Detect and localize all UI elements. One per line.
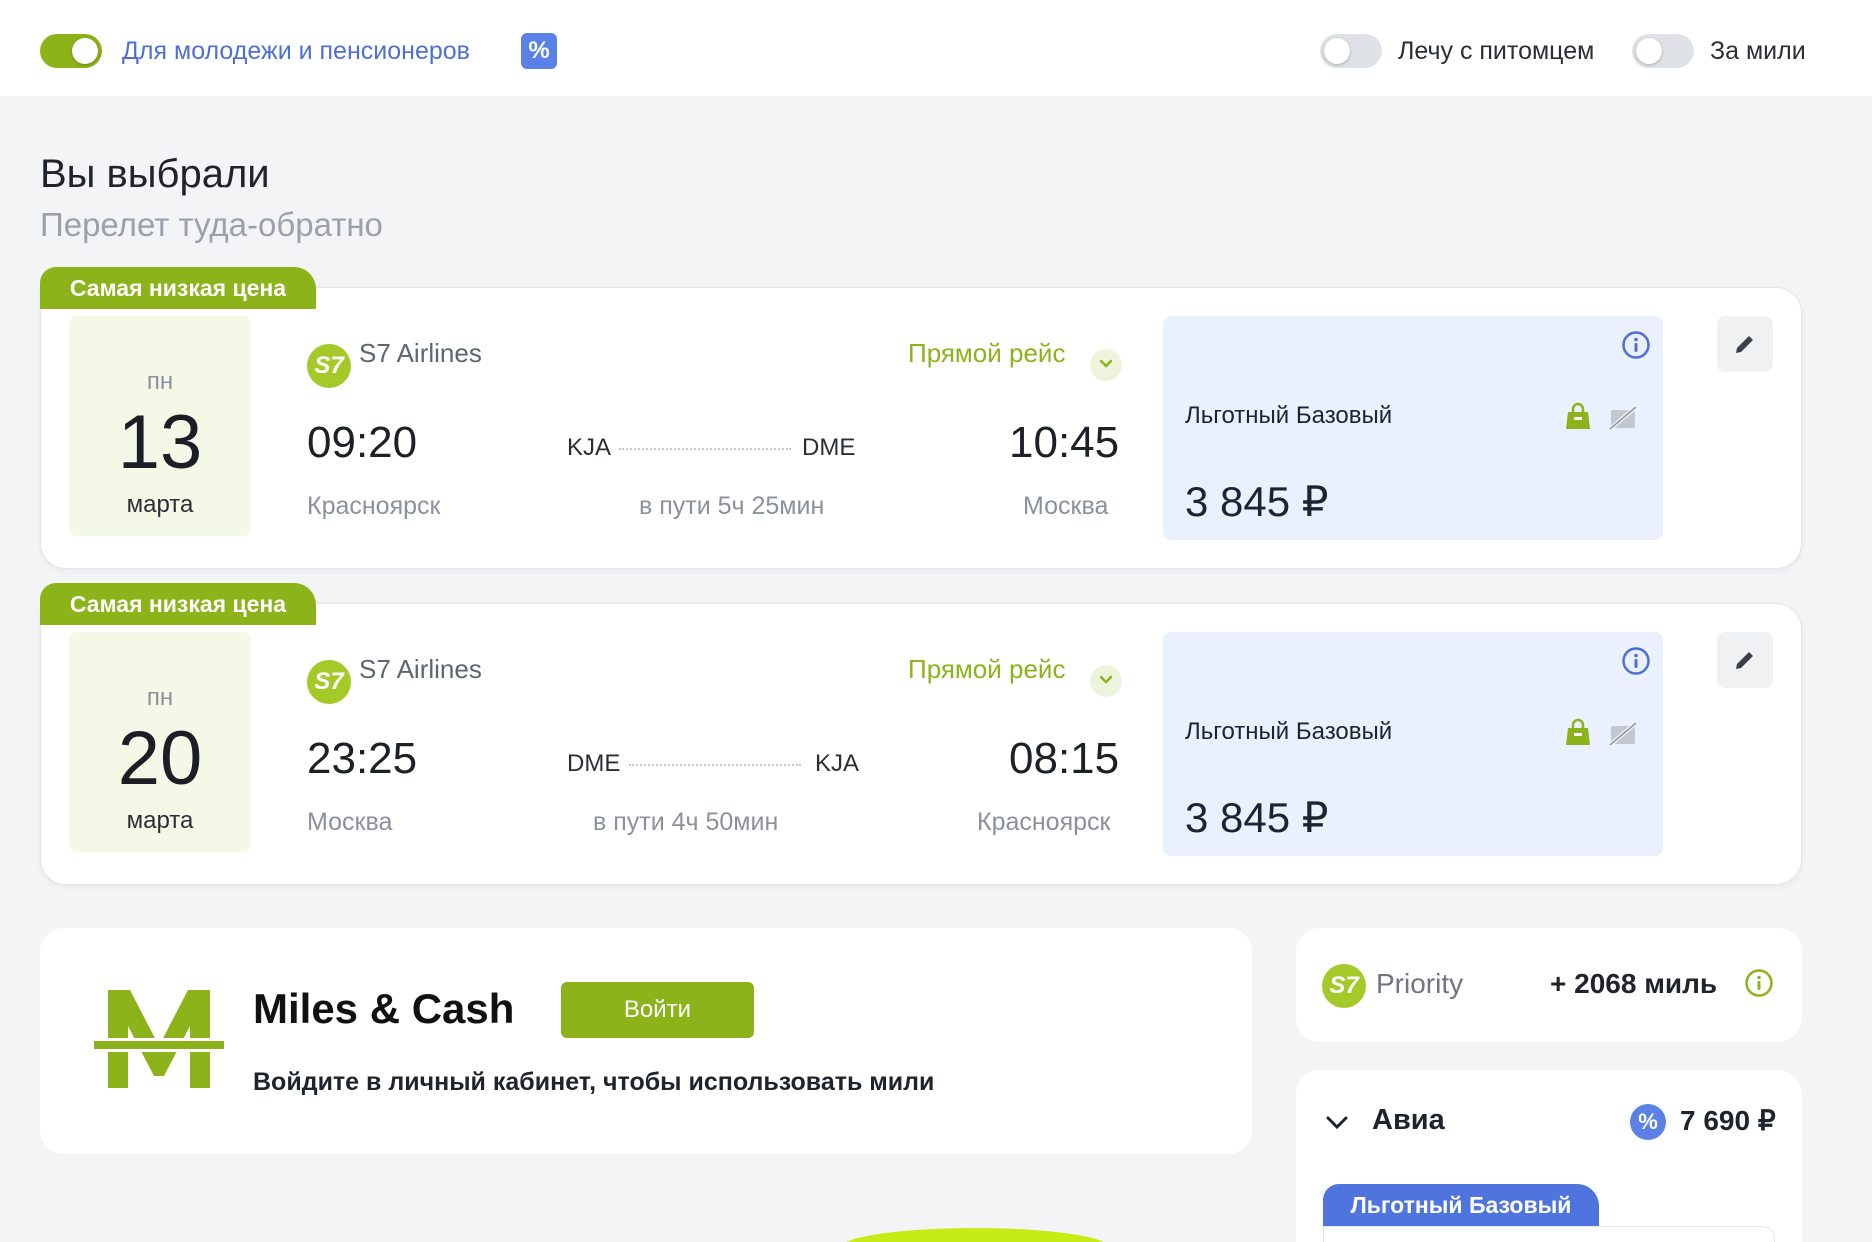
day-of-week: пн [146,684,174,711]
avia-fare-box [1323,1226,1775,1242]
day-number: 20 [117,716,203,801]
fare-box[interactable]: Льготный Базовый 3 845 ₽ [1163,632,1663,856]
airline-logo: S7 [307,660,351,704]
arrival-airport: DME [802,434,856,461]
departure-city: Красноярск [307,492,441,520]
arrival-airport: KJA [815,750,860,777]
s7-priority-logo: S7 [1322,964,1366,1008]
priority-label: Priority [1376,968,1464,999]
arrival-time: 08:15 [1009,734,1120,783]
flight-duration: в пути 4ч 50мин [593,808,779,836]
airline-name: S7 Airlines [359,654,482,684]
info-icon[interactable] [1621,330,1651,360]
fare-name: Льготный Базовый [1185,402,1393,429]
miles-label[interactable]: За мили [1710,36,1806,66]
miles-toggle[interactable] [1632,34,1694,68]
date-box: пн 20 марта [69,632,251,852]
decorative-shape [840,1228,1110,1242]
route-line [619,448,791,450]
youth-discount-label[interactable]: Для молодежи и пенсионеров [122,36,470,66]
fare-price: 3 845 ₽ [1185,478,1329,525]
departure-time: 23:25 [307,734,418,783]
info-icon[interactable] [1621,646,1651,676]
percent-icon: % [521,33,557,69]
departure-airport: DME [567,750,621,777]
flight-duration: в пути 5ч 25мин [639,492,825,520]
avia-summary-panel: Авиа % 7 690 ₽ Льготный Базовый [1296,1070,1802,1242]
fare-name: Льготный Базовый [1185,718,1393,745]
info-icon[interactable] [1744,968,1774,998]
pet-toggle[interactable] [1320,34,1382,68]
direct-flight-label[interactable]: Прямой рейс [908,654,1065,685]
departure-time: 09:20 [307,418,418,467]
baggage-icon [1566,718,1590,745]
miles-cash-logo [94,990,224,1088]
day-of-week: пн [146,368,174,395]
chevron-down-icon[interactable] [1090,665,1122,697]
day-number: 13 [117,400,203,485]
flight-card-outbound: пн 13 марта S7 S7 Airlines Прямой рейс 0… [40,287,1802,569]
miles-cash-title: Miles & Cash [253,985,515,1032]
arrival-city: Красноярск [977,808,1111,836]
edit-button[interactable] [1717,632,1773,688]
flight-card-return: пн 20 марта S7 S7 Airlines Прямой рейс 2… [40,603,1802,885]
fare-price: 3 845 ₽ [1185,794,1329,841]
no-baggage-icon [1608,405,1638,431]
priority-panel: S7 Priority + 2068 миль [1296,928,1802,1042]
chevron-down-icon[interactable] [1324,1110,1350,1136]
miles-cash-subtitle: Войдите в личный кабинет, чтобы использо… [253,1068,935,1096]
miles-cash-panel: Miles & Cash Войти Войдите в личный каби… [40,928,1252,1154]
youth-discount-toggle[interactable] [40,34,102,68]
avia-total: 7 690 ₽ [1680,1105,1776,1136]
month: марта [126,807,194,834]
airline-logo: S7 [307,344,351,388]
pet-label[interactable]: Лечу с питомцем [1398,36,1594,66]
options-bar: Для молодежи и пенсионеров % Лечу с пито… [0,0,1872,96]
fare-box[interactable]: Льготный Базовый 3 845 ₽ [1163,316,1663,540]
lowest-price-tag: Самая низкая цена [40,267,316,309]
route-line [629,764,801,766]
direct-flight-label[interactable]: Прямой рейс [908,338,1065,369]
chevron-down-icon[interactable] [1090,349,1122,381]
percent-icon: % [1630,1104,1666,1140]
no-baggage-icon [1608,721,1638,747]
departure-airport: KJA [567,434,612,461]
edit-button[interactable] [1717,316,1773,372]
month: марта [126,491,194,518]
date-box: пн 13 марта [69,316,251,536]
lowest-price-tag: Самая низкая цена [40,583,316,625]
page-title: Вы выбрали [40,152,270,196]
arrival-city: Москва [1023,492,1109,520]
avia-title[interactable]: Авиа [1372,1104,1445,1137]
login-button[interactable]: Войти [561,982,754,1038]
airline-name: S7 Airlines [359,338,482,368]
edit-icon [1736,334,1755,353]
edit-icon [1736,650,1755,669]
departure-city: Москва [307,808,393,836]
priority-miles: + 2068 миль [1550,968,1718,999]
page-subtitle: Перелет туда-обратно [40,206,383,243]
fare-tag: Льготный Базовый [1323,1184,1599,1226]
baggage-icon [1566,402,1590,429]
arrival-time: 10:45 [1009,418,1120,467]
